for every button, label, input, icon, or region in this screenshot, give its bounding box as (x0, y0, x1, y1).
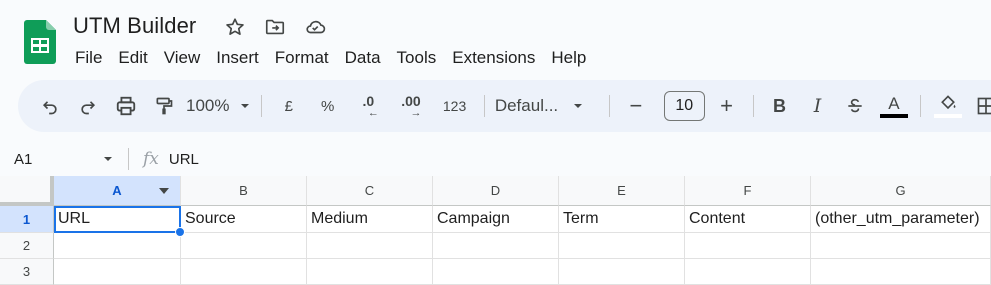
font-size-input[interactable]: 10 (663, 91, 705, 121)
toolbar-divider (752, 95, 754, 117)
name-box[interactable]: A1 (0, 151, 128, 168)
formula-bar: A1 fx URL (0, 142, 991, 176)
zoom-select[interactable]: 100% (186, 96, 251, 116)
strikethrough-icon[interactable] (839, 90, 871, 122)
menu-bar: File Edit View Insert Format Data Tools … (67, 46, 594, 70)
name-box-value: A1 (14, 150, 33, 168)
spreadsheet-grid: A B C D E F G 1 2 3 URL Source Medium Ca… (0, 176, 991, 285)
menu-data[interactable]: Data (337, 46, 389, 70)
menu-help[interactable]: Help (543, 46, 594, 70)
cell-g3[interactable] (811, 259, 991, 285)
font-family-select[interactable]: Defaul... (495, 96, 599, 116)
row-header-3[interactable]: 3 (0, 259, 54, 285)
text-color-label: A (888, 93, 900, 113)
redo-icon[interactable] (72, 90, 104, 122)
sheets-logo-icon[interactable] (24, 20, 56, 64)
cell-g2[interactable] (811, 233, 991, 259)
cell-f3[interactable] (685, 259, 811, 285)
column-header-c[interactable]: C (307, 176, 433, 206)
cell-d3[interactable] (433, 259, 559, 285)
menu-edit[interactable]: Edit (110, 46, 155, 70)
cell-b3[interactable] (181, 259, 307, 285)
decrease-font-size-button[interactable]: − (620, 90, 652, 122)
cell-e2[interactable] (559, 233, 685, 259)
chevron-down-icon (241, 104, 250, 108)
menu-insert[interactable]: Insert (208, 46, 267, 70)
column-header-f[interactable]: F (685, 176, 811, 206)
cell-b2[interactable] (181, 233, 307, 259)
selection-fill-handle[interactable] (175, 227, 185, 237)
cell-a1[interactable]: URL (54, 206, 181, 233)
move-folder-icon[interactable] (262, 14, 288, 40)
column-header-a[interactable]: A (54, 176, 181, 206)
cell-d1[interactable]: Campaign (433, 206, 559, 233)
column-header-d[interactable]: D (433, 176, 559, 206)
decrease-decimal-button[interactable]: .0 ← (350, 90, 387, 122)
undo-icon[interactable] (34, 90, 66, 122)
row-header-2[interactable]: 2 (0, 233, 54, 259)
menu-extensions[interactable]: Extensions (444, 46, 543, 70)
row-header-1[interactable]: 1 (0, 206, 54, 233)
formula-bar-divider (128, 148, 129, 170)
text-color-button[interactable]: A (877, 90, 910, 122)
borders-icon[interactable] (970, 90, 991, 122)
paint-format-icon[interactable] (148, 90, 180, 122)
cell-e1[interactable]: Term (559, 206, 685, 233)
formula-input[interactable]: URL (169, 151, 199, 168)
menu-tools[interactable]: Tools (389, 46, 445, 70)
number-format-button[interactable]: 123 (435, 90, 474, 122)
zoom-value: 100% (186, 96, 230, 115)
currency-format-button[interactable]: £ (272, 90, 305, 122)
cell-c3[interactable] (307, 259, 433, 285)
menu-format[interactable]: Format (267, 46, 337, 70)
increase-decimal-label: .00 (401, 92, 421, 109)
chevron-down-icon (104, 157, 112, 161)
fx-icon: fx (143, 149, 159, 169)
cell-g1[interactable]: (other_utm_parameter) (811, 206, 991, 233)
cell-a2[interactable] (54, 233, 181, 259)
toolbar-divider (920, 95, 922, 117)
star-icon[interactable] (222, 14, 248, 40)
select-all-corner[interactable] (0, 176, 54, 206)
text-color-bar (879, 113, 908, 118)
fill-color-bar (933, 114, 962, 118)
menu-view[interactable]: View (156, 46, 209, 70)
column-label: A (112, 183, 122, 198)
cell-e3[interactable] (559, 259, 685, 285)
toolbar: 100% £ % .0 ← .00 → 123 Defaul... − 10 +… (18, 80, 991, 132)
document-title[interactable]: UTM Builder (73, 13, 196, 39)
cell-f1[interactable]: Content (685, 206, 811, 233)
arrow-right-icon: → (410, 106, 422, 119)
cell-c2[interactable] (307, 233, 433, 259)
fill-color-icon[interactable] (931, 90, 964, 122)
bold-button[interactable]: B (763, 90, 795, 122)
font-family-value: Defaul... (494, 96, 559, 115)
cell-d2[interactable] (433, 233, 559, 259)
print-icon[interactable] (110, 90, 142, 122)
column-header-e[interactable]: E (559, 176, 685, 206)
toolbar-divider (261, 95, 263, 117)
toolbar-divider (608, 95, 610, 117)
toolbar-divider (483, 95, 485, 117)
cloud-status-icon[interactable] (302, 14, 328, 40)
cell-c1[interactable]: Medium (307, 206, 433, 233)
decrease-decimal-label: .0 (362, 92, 375, 109)
cell-f2[interactable] (685, 233, 811, 259)
chevron-down-icon[interactable] (158, 186, 170, 196)
percent-format-button[interactable]: % (311, 90, 344, 122)
cell-b1[interactable]: Source (181, 206, 307, 233)
column-header-g[interactable]: G (811, 176, 991, 206)
column-header-b[interactable]: B (181, 176, 307, 206)
menu-file[interactable]: File (67, 46, 110, 70)
increase-decimal-button[interactable]: .00 → (393, 90, 430, 122)
chevron-down-icon (574, 104, 583, 108)
increase-font-size-button[interactable]: + (711, 90, 743, 122)
cell-a3[interactable] (54, 259, 181, 285)
arrow-left-icon: ← (367, 106, 379, 119)
italic-button[interactable]: I (801, 90, 833, 122)
